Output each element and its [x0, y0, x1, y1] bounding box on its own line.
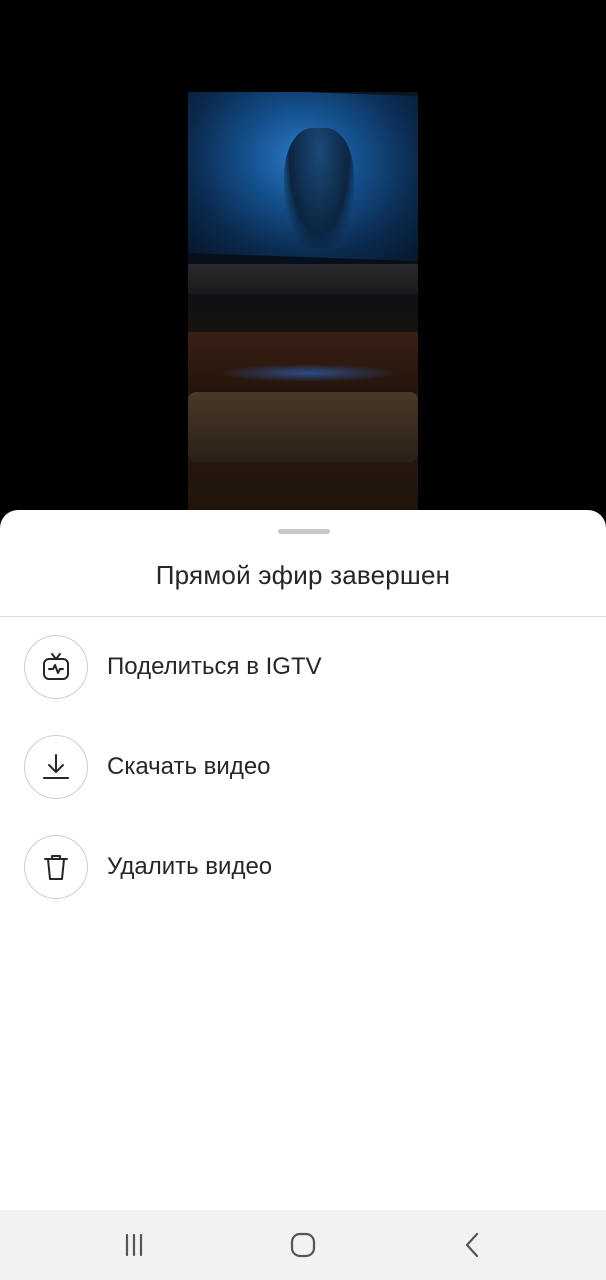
- live-video-preview[interactable]: [188, 92, 418, 512]
- video-frame-laptop-base: [188, 264, 418, 294]
- divider: [0, 616, 606, 617]
- video-frame-figure: [284, 128, 354, 248]
- delete-video-label: Удалить видео: [107, 853, 273, 880]
- drag-handle[interactable]: [278, 529, 330, 534]
- video-frame-table: [188, 332, 418, 392]
- home-icon[interactable]: [263, 1210, 343, 1280]
- back-icon[interactable]: [433, 1210, 513, 1280]
- download-video-label: Скачать видео: [107, 753, 271, 780]
- video-frame-board: [188, 392, 418, 462]
- screen: Прямой эфир завершен Поделиться в IGTV С…: [0, 0, 606, 1280]
- system-navigation-bar: [0, 1210, 606, 1280]
- share-igtv-button[interactable]: Поделиться в IGTV: [0, 622, 606, 712]
- share-igtv-label: Поделиться в IGTV: [107, 653, 322, 680]
- bottom-sheet: Прямой эфир завершен Поделиться в IGTV С…: [0, 510, 606, 1210]
- video-frame-light: [218, 364, 398, 382]
- delete-video-button[interactable]: Удалить видео: [0, 822, 606, 912]
- sheet-title: Прямой эфир завершен: [155, 560, 451, 590]
- trash-icon: [24, 835, 88, 899]
- download-video-button[interactable]: Скачать видео: [0, 722, 606, 812]
- recents-icon[interactable]: [94, 1210, 174, 1280]
- download-icon: [24, 735, 88, 799]
- igtv-icon: [24, 635, 88, 699]
